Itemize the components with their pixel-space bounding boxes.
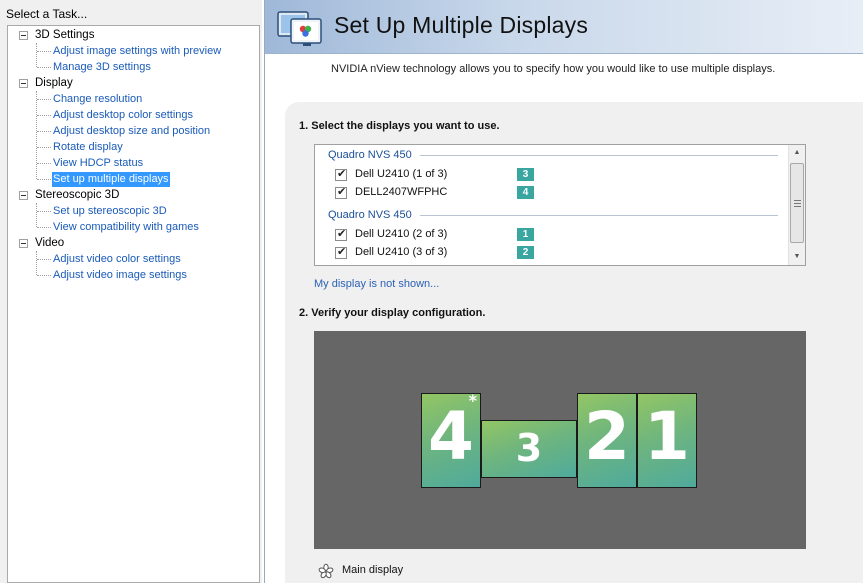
tree-connector bbox=[37, 163, 51, 164]
tree-connector bbox=[37, 275, 51, 276]
tree-item-label-selected[interactable]: Set up multiple displays bbox=[52, 172, 170, 187]
group-divider bbox=[420, 155, 778, 156]
tree-connector bbox=[37, 179, 51, 180]
collapse-icon[interactable] bbox=[19, 239, 28, 248]
tree-connector bbox=[37, 147, 51, 148]
tree-item-label[interactable]: View HDCP status bbox=[52, 156, 144, 171]
tree-item-label[interactable]: Change resolution bbox=[52, 92, 143, 107]
scroll-up-icon[interactable]: ▲ bbox=[789, 145, 805, 161]
grip-icon bbox=[794, 200, 801, 207]
collapse-icon[interactable] bbox=[19, 191, 28, 200]
tree-connector bbox=[37, 211, 51, 212]
content-pane: Set Up Multiple Displays NVIDIA nView te… bbox=[264, 0, 863, 583]
tree-group-label: 3D Settings bbox=[35, 29, 95, 41]
monitor-tile-2[interactable]: 2 bbox=[577, 393, 637, 488]
display-row[interactable]: Dell U2410 (3 of 3) 2 bbox=[335, 245, 795, 261]
display-checkbox[interactable] bbox=[335, 167, 347, 181]
page-header: Set Up Multiple Displays bbox=[265, 0, 863, 54]
monitor-number: 3 bbox=[515, 426, 543, 470]
tree-connector bbox=[37, 99, 51, 100]
monitor-tile-3[interactable]: 3 bbox=[481, 420, 577, 478]
task-pane: Select a Task... 3D Settings Adjust imag… bbox=[0, 0, 262, 583]
scroll-thumb[interactable] bbox=[790, 163, 804, 243]
tree-item-label[interactable]: Adjust desktop color settings bbox=[52, 108, 194, 123]
task-pane-header: Select a Task... bbox=[6, 7, 88, 21]
page-title: Set Up Multiple Displays bbox=[334, 12, 589, 38]
monitor-number: 1 bbox=[644, 398, 690, 475]
tree-item-adjust-video-image[interactable]: Adjust video image settings bbox=[8, 267, 259, 283]
display-checkbox[interactable] bbox=[335, 245, 347, 259]
display-row[interactable]: DELL2407WFPHC 4 bbox=[335, 185, 795, 201]
vertical-scrollbar[interactable]: ▲ ▼ bbox=[788, 145, 805, 265]
display-name: Dell U2410 (1 of 3) bbox=[355, 168, 448, 180]
primary-display-star-icon: * bbox=[468, 391, 477, 410]
gpu-group-header: Quadro NVS 450 bbox=[328, 209, 412, 221]
display-checkbox[interactable] bbox=[335, 227, 347, 241]
tree-item-label[interactable]: Rotate display bbox=[52, 140, 124, 155]
tree-item-set-up-stereoscopic[interactable]: Set up stereoscopic 3D bbox=[8, 203, 259, 219]
collapse-icon[interactable] bbox=[19, 31, 28, 40]
section-verify-config-heading: 2. Verify your display configuration. bbox=[299, 307, 486, 319]
tree-item-adjust-desktop-size[interactable]: Adjust desktop size and position bbox=[8, 123, 259, 139]
tree-group-label: Video bbox=[35, 237, 65, 249]
tree-item-set-up-multiple-displays[interactable]: Set up multiple displays bbox=[8, 171, 259, 187]
display-row[interactable]: Dell U2410 (1 of 3) 3 bbox=[335, 167, 795, 183]
tree-group-display[interactable]: Display bbox=[8, 76, 259, 92]
display-number-badge: 4 bbox=[517, 186, 534, 199]
monitor-number: 2 bbox=[584, 398, 630, 475]
display-checkbox[interactable] bbox=[335, 185, 347, 199]
tree-item-adjust-video-color[interactable]: Adjust video color settings bbox=[8, 251, 259, 267]
display-name: Dell U2410 (2 of 3) bbox=[355, 228, 448, 240]
tree-connector bbox=[37, 51, 51, 52]
tree-item-label[interactable]: Adjust video image settings bbox=[52, 268, 188, 283]
page-description: NVIDIA nView technology allows you to sp… bbox=[331, 63, 776, 75]
display-name: DELL2407WFPHC bbox=[355, 186, 448, 198]
task-tree[interactable]: 3D Settings Adjust image settings with p… bbox=[7, 25, 260, 583]
section-select-displays-heading: 1. Select the displays you want to use. bbox=[299, 120, 500, 132]
display-number-badge: 3 bbox=[517, 168, 534, 181]
tree-group-label: Display bbox=[35, 77, 73, 89]
tree-item-label[interactable]: View compatibility with games bbox=[52, 220, 200, 235]
tree-item-label[interactable]: Manage 3D settings bbox=[52, 60, 152, 75]
display-not-shown-link[interactable]: My display is not shown... bbox=[314, 278, 439, 290]
monitor-tile-1[interactable]: 1 bbox=[637, 393, 697, 488]
tree-item-adjust-image-settings[interactable]: Adjust image settings with preview bbox=[8, 43, 259, 59]
group-divider bbox=[420, 215, 778, 216]
display-number-badge: 1 bbox=[517, 228, 534, 241]
display-configuration-canvas[interactable]: 4 * 3 2 1 bbox=[314, 331, 806, 549]
tree-connector bbox=[37, 227, 51, 228]
tree-group-label: Stereoscopic 3D bbox=[35, 189, 120, 201]
asterisk-icon bbox=[318, 563, 334, 579]
tree-connector bbox=[37, 67, 51, 68]
settings-panel: 1. Select the displays you want to use. … bbox=[285, 102, 863, 583]
tree-item-label[interactable]: Set up stereoscopic 3D bbox=[52, 204, 168, 219]
tree-item-change-resolution[interactable]: Change resolution bbox=[8, 91, 259, 107]
tree-connector bbox=[37, 131, 51, 132]
tree-item-label[interactable]: Adjust image settings with preview bbox=[52, 44, 222, 59]
tree-item-adjust-desktop-color[interactable]: Adjust desktop color settings bbox=[8, 107, 259, 123]
tree-connector bbox=[37, 115, 51, 116]
tree-item-view-hdcp-status[interactable]: View HDCP status bbox=[8, 155, 259, 171]
tree-item-rotate-display[interactable]: Rotate display bbox=[8, 139, 259, 155]
tree-item-label[interactable]: Adjust desktop size and position bbox=[52, 124, 211, 139]
tree-group-video[interactable]: Video bbox=[8, 236, 259, 252]
tree-group-3d-settings[interactable]: 3D Settings bbox=[8, 28, 259, 44]
collapse-icon[interactable] bbox=[19, 79, 28, 88]
tree-item-label[interactable]: Adjust video color settings bbox=[52, 252, 182, 267]
multi-display-icon bbox=[277, 11, 322, 46]
monitor-tile-4[interactable]: 4 * bbox=[421, 391, 481, 488]
main-display-label: Main display bbox=[342, 564, 404, 576]
tree-connector bbox=[37, 259, 51, 260]
display-number-badge: 2 bbox=[517, 246, 534, 259]
tree-item-view-compatibility[interactable]: View compatibility with games bbox=[8, 219, 259, 235]
display-row[interactable]: Dell U2410 (2 of 3) 1 bbox=[335, 227, 795, 243]
scroll-down-icon[interactable]: ▼ bbox=[789, 249, 805, 265]
display-list[interactable]: Quadro NVS 450 Dell U2410 (1 of 3) 3 DEL… bbox=[314, 144, 806, 266]
display-name: Dell U2410 (3 of 3) bbox=[355, 246, 448, 258]
tree-group-stereoscopic-3d[interactable]: Stereoscopic 3D bbox=[8, 188, 259, 204]
tree-item-manage-3d-settings[interactable]: Manage 3D settings bbox=[8, 59, 259, 75]
gpu-group-header: Quadro NVS 450 bbox=[328, 149, 412, 161]
